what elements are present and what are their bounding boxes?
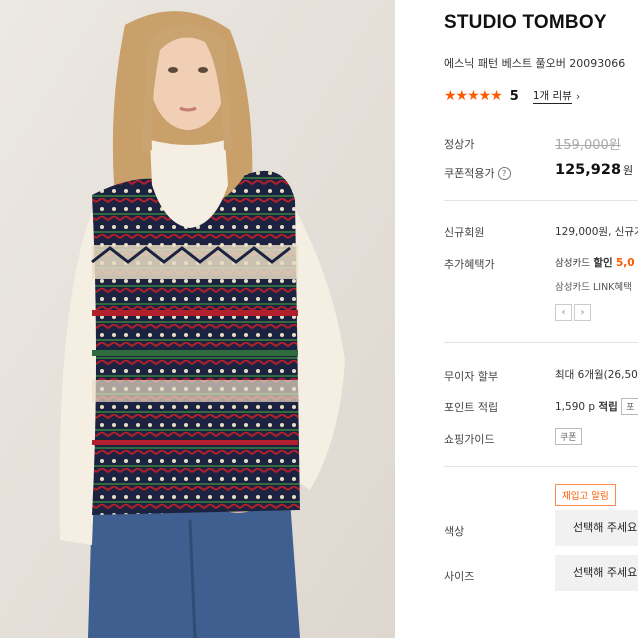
size-label: 사이즈 — [444, 570, 475, 583]
size-select[interactable]: 선택해 주세요 — [555, 555, 638, 591]
product-info-panel: STUDIO TOMBOY 에스닉 패턴 베스트 풀오버 20093066 ★★… — [395, 0, 638, 638]
divider — [444, 466, 638, 467]
benefit-pager: ‹ › — [555, 304, 593, 321]
points-value-row: 1,590 p 적립 포 — [555, 398, 638, 415]
discount-amount: 5,0 — [615, 257, 635, 269]
new-member-label: 신규회원 — [444, 226, 485, 239]
arrow-right-icon[interactable]: › — [574, 304, 591, 321]
extra-benefit-line2[interactable]: 삼성카드 LINK혜택 — [555, 279, 632, 293]
list-price-label: 정상가 — [444, 138, 475, 151]
discount-word: 할인 — [593, 257, 613, 269]
color-label: 색상 — [444, 525, 465, 538]
review-link[interactable]: 1개 리뷰 — [532, 88, 572, 104]
color-select[interactable]: 선택해 주세요 — [555, 510, 638, 546]
rating-row: ★★★★★ 5 1개 리뷰 › — [444, 88, 580, 104]
star-icon: ★★★★★ — [444, 88, 503, 104]
shopping-guide-value: 쿠폰 — [555, 428, 582, 445]
extra-benefit-line1: 삼성카드 할인 5,0 — [555, 255, 635, 270]
points-word: 적립 — [598, 401, 618, 413]
installment-value: 최대 6개월(26,50 — [555, 369, 638, 381]
extra-benefit-label: 추가혜택가 — [444, 258, 495, 271]
card-name: 삼성카드 — [555, 258, 590, 269]
coupon-price-unit: 원 — [623, 164, 634, 177]
installment-label: 무이자 할부 — [444, 370, 499, 383]
rating-score: 5 — [509, 88, 519, 104]
product-name: 에스닉 패턴 베스트 풀오버 20093066 — [444, 57, 626, 70]
coupon-tag[interactable]: 쿠폰 — [555, 428, 582, 445]
coupon-price-label-text: 쿠폰적용가 — [444, 167, 495, 180]
coupon-price-label: 쿠폰적용가? — [444, 165, 511, 181]
coupon-price: 125,928 원 — [555, 162, 633, 178]
product-image — [0, 0, 395, 638]
points-label: 포인트 적립 — [444, 401, 499, 414]
divider — [444, 200, 638, 201]
coupon-price-value: 125,928 — [555, 162, 622, 178]
points-value: 1,590 p — [555, 401, 596, 413]
chevron-right-icon[interactable]: › — [576, 90, 580, 103]
brand-name[interactable]: STUDIO TOMBOY — [444, 12, 607, 34]
product-photo[interactable] — [0, 0, 395, 638]
arrow-left-icon[interactable]: ‹ — [555, 304, 572, 321]
list-price-value: 159,000원 — [555, 138, 621, 153]
help-icon[interactable]: ? — [497, 167, 511, 180]
restock-alert-button[interactable]: 재입고 알림 — [555, 484, 616, 506]
divider — [444, 342, 638, 343]
new-member-value: 129,000원, 신규가 — [555, 226, 638, 238]
points-tag[interactable]: 포 — [621, 398, 638, 415]
shopping-guide-label: 쇼핑가이드 — [444, 433, 495, 446]
